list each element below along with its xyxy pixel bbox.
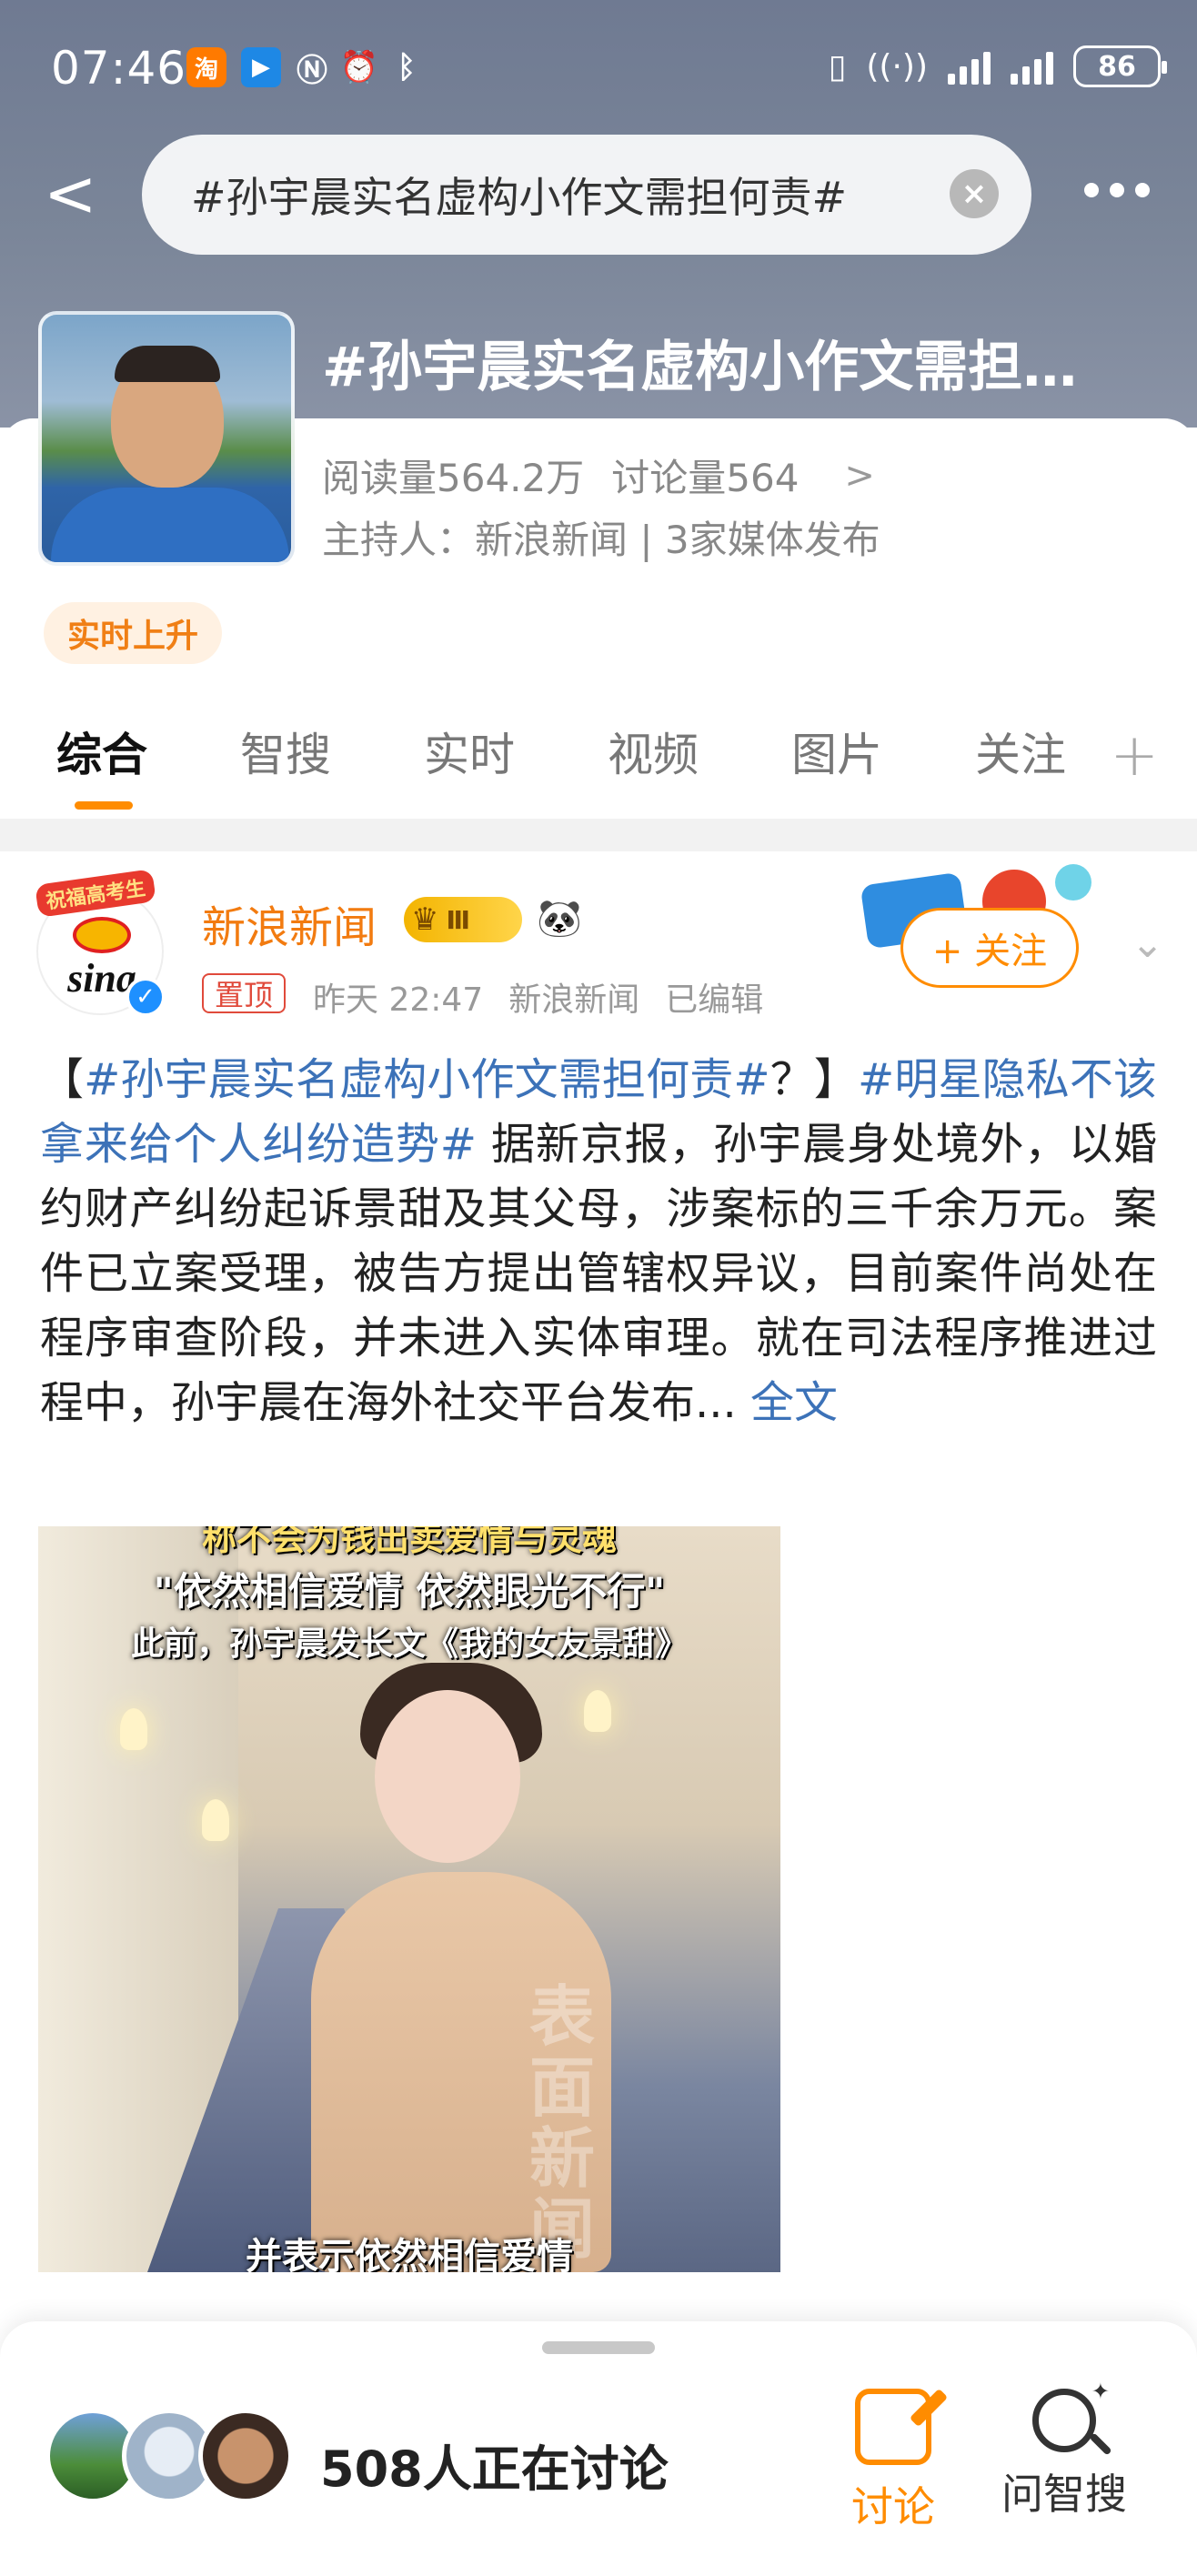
cast-icon: ▶ [241,47,281,87]
clear-search-button[interactable]: × [950,169,999,218]
avatar-ring-label: 祝福高考生 [35,869,156,918]
sina-eye-logo [73,917,131,953]
nfc-icon: Ⓝ [297,52,327,89]
nav-bar: < #孙宇晨实名虚构小作文需担何责# × [0,135,1197,255]
tab-bar: 综合 智搜 实时 视频 图片 关注 + [0,709,1197,810]
author-avatar[interactable]: 祝福高考生 sina ✓ [35,869,166,1017]
back-button[interactable]: < [44,162,98,226]
author-name[interactable]: 新浪新闻 [202,891,377,955]
status-app-icons: 淘 ▶ Ⓝ ⏰ ᛒ [186,47,423,89]
tab-following[interactable]: 关注 [975,709,1066,810]
trending-badge: 实时上升 [44,602,223,664]
follow-button[interactable]: + 关注 [900,908,1079,988]
post-edited: 已编辑 [665,981,764,1019]
signal-icon-2 [1011,48,1053,85]
crown-icon: ♛ [411,901,439,938]
ask-label: 问智搜 [1001,2470,1127,2519]
chevron-right-icon: > [844,454,875,497]
post-body: 【#孙宇晨实名虚构小作文需担何责#？】#明星隐私不该拿来给个人纠纷造势# 据新京… [40,1048,1157,1435]
status-time: 07:46 [51,42,187,95]
panda-icon: 🐼 [537,898,582,940]
verified-icon: ✓ [126,977,166,1017]
more-options-button[interactable] [1084,176,1161,204]
tab-realtime[interactable]: 实时 [424,709,515,810]
discussion-count: 讨论量564 [611,456,800,500]
post-meta: 昨天 22:47 新浪新闻 已编辑 [313,973,763,1021]
search-query-text: #孙宇晨实名虚构小作文需担何责# [191,173,848,222]
post-image[interactable]: 表面新闻 称不会为钱出卖爱情与灵魂 "依然相信爱情 依然眼光不行" 此前，孙宇晨… [38,1526,780,2272]
smart-search-icon [1032,2379,1110,2452]
post-bracket-close: ？】 [770,1054,858,1105]
tab-smart-search[interactable]: 智搜 [240,709,331,810]
post-source: 新浪新闻 [508,981,640,1019]
discussion-bar: 508人正在讨论 讨论 问智搜 [0,2321,1197,2576]
vibrate-icon: ▯ [828,47,847,86]
member-level-badge: ♛ Ⅲ [404,897,522,942]
image-watermark: 表面新闻 [529,1978,596,2268]
signal-icon [948,48,991,85]
section-divider [0,819,1197,851]
discuss-label: 讨论 [851,2482,935,2531]
edit-icon [855,2389,931,2465]
taobao-icon: 淘 [186,47,226,87]
alarm-icon: ⏰ [339,49,379,86]
read-count: 阅读量564.2万 [322,456,585,500]
status-system-icons: ▯ ((·)) 86 [828,45,1167,87]
topic-stats[interactable]: 阅读量564.2万 讨论量564 > [322,448,875,503]
avatar [198,2409,293,2503]
chevron-down-icon[interactable]: ⌄ [1131,921,1164,967]
bluetooth-icon: ᛒ [397,49,417,86]
participant-avatars[interactable] [45,2409,293,2503]
add-tab-button[interactable]: + [1110,722,1159,790]
discussing-count: 508人正在讨论 [320,2440,669,2498]
image-caption: "依然相信爱情 依然眼光不行" [153,1569,666,1614]
pinned-badge: 置顶 [202,973,287,1013]
image-caption: 此前，孙宇晨发长文《我的女友景甜》 [130,1625,688,1663]
post-time: 昨天 22:47 [313,981,484,1019]
wifi-icon: ((·)) [866,47,928,86]
status-bar: 07:46 淘 ▶ Ⓝ ⏰ ᛒ ▯ ((·)) 86 [0,0,1197,136]
discuss-button[interactable]: 讨论 [830,2389,957,2534]
drag-handle[interactable] [542,2341,655,2354]
ask-smart-search-button[interactable]: 问智搜 [1001,2379,1128,2521]
search-input[interactable]: #孙宇晨实名虚构小作文需担何责# [142,135,1031,255]
level-text: Ⅲ [446,904,470,935]
post-bracket-open: 【 [40,1054,85,1105]
read-full-link[interactable]: 全文 [737,1377,838,1428]
topic-cover-image[interactable] [38,311,295,566]
tab-comprehensive[interactable]: 综合 [56,709,147,810]
battery-icon: 86 [1073,45,1167,87]
hashtag-link[interactable]: #孙宇晨实名虚构小作文需担何责# [84,1054,770,1105]
tab-images[interactable]: 图片 [791,709,882,810]
topic-host: 主持人：新浪新闻 | 3家媒体发布 [322,518,880,562]
image-caption: 称不会为钱出卖爱情与灵魂 [201,1526,617,1558]
topic-title: #孙宇晨实名虚构小作文需担… [322,336,1078,399]
image-caption: 并表示依然相信爱情 [246,2236,573,2272]
tab-video[interactable]: 视频 [608,709,699,810]
